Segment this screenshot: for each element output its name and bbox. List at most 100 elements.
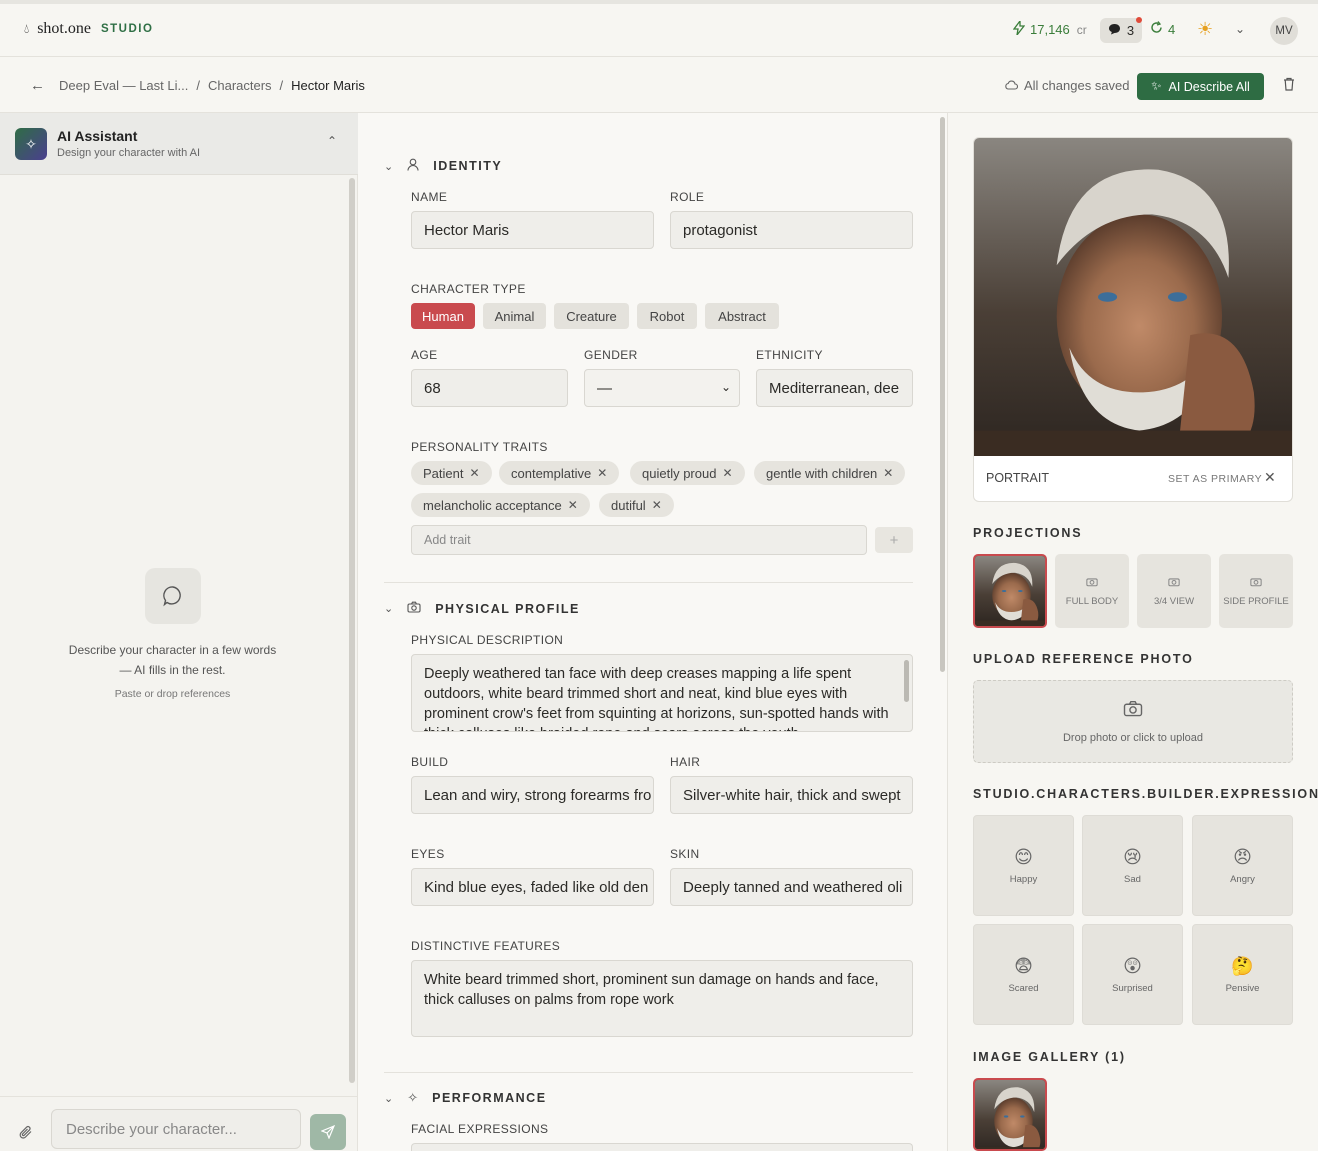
expression-label: Happy [1009,873,1038,885]
logo-drop-icon: 💧︎ [24,21,30,36]
portrait-card: PORTRAIT SET AS PRIMARY ✕ [973,137,1293,502]
hair-label: HAIR [670,755,701,769]
set-as-primary-button[interactable]: SET AS PRIMARY [1168,473,1262,485]
add-trait-input[interactable]: Add trait [411,525,867,555]
expression-label: Scared [1008,982,1039,994]
messages-button[interactable]: 3 [1100,17,1142,43]
chevron-down-icon: ⌄ [384,603,394,615]
performance-section-header[interactable]: ⌄ ✧ PERFORMANCE [384,1090,547,1106]
expression-sad[interactable]: 😢 Sad [1082,815,1183,916]
gender-label: GENDER [584,348,638,362]
trait-chip[interactable]: gentle with children ✕ [754,461,906,485]
save-status: All changes saved [1004,78,1130,93]
expression-scared[interactable]: 😨 Scared [973,924,1074,1025]
ai-assistant-header[interactable]: ✧ AI Assistant Design your character wit… [0,113,358,175]
upload-dropzone[interactable]: Drop photo or click to upload [973,680,1293,763]
expression-pensive[interactable]: 🤔 Pensive [1192,924,1293,1025]
back-arrow-icon[interactable]: ← [30,77,45,94]
physical-description-label: PHYSICAL DESCRIPTION [411,633,564,647]
eyes-label: EYES [411,847,445,861]
portrait-thumbnail [973,556,1047,626]
image-gallery-title: IMAGE GALLERY (1) [973,1050,1126,1064]
eyes-field[interactable]: Kind blue eyes, faded like old den [411,868,654,906]
trait-chip[interactable]: Patient ✕ [411,461,492,485]
type-chip-abstract[interactable]: Abstract [705,303,779,329]
gender-select[interactable]: — ⌄ [584,369,740,407]
trash-icon[interactable] [1283,77,1295,94]
skin-field[interactable]: Deeply tanned and weathered oli [670,868,913,906]
user-icon [407,158,419,174]
scrollbar[interactable] [349,178,355,1083]
type-chip-robot[interactable]: Robot [637,303,697,329]
projection-three-quarter[interactable]: 3/4 VIEW [1137,554,1211,628]
physical-section-header[interactable]: ⌄ PHYSICAL PROFILE [384,601,580,616]
facial-expressions-field[interactable] [411,1143,913,1151]
scrollbar[interactable] [940,117,945,672]
trait-label: contemplative [511,465,592,481]
gallery-image [975,1080,1047,1151]
expression-surprised[interactable]: 😲 Surprised [1082,924,1183,1025]
sun-icon[interactable]: ☀︎ [1197,20,1213,38]
breadcrumb-characters[interactable]: Characters [208,78,272,93]
chevron-up-icon[interactable]: ⌃ [327,134,337,148]
chat-input[interactable]: Describe your character... [51,1109,301,1149]
portrait-image[interactable] [974,138,1292,456]
breadcrumb-separator: / [279,78,284,93]
type-chip-animal[interactable]: Animal [483,303,546,329]
gallery-thumbnail[interactable] [973,1078,1047,1151]
lightning-icon [1012,19,1026,38]
hair-field[interactable]: Silver-white hair, thick and swept [670,776,913,814]
remove-icon[interactable]: ✕ [469,466,479,480]
projection-label: 3/4 VIEW [1153,595,1195,607]
remove-icon[interactable]: ✕ [568,498,578,512]
avatar[interactable]: MV [1270,17,1298,45]
type-chip-human[interactable]: Human [411,303,475,329]
camera-icon [1250,576,1262,590]
textarea-scrollbar[interactable] [904,660,909,702]
name-field[interactable]: Hector Maris [411,211,654,249]
chat-icon [1108,23,1121,38]
scared-face-icon: 😨 [1014,955,1033,976]
add-trait-button[interactable]: + [875,527,913,553]
role-field[interactable]: protagonist [670,211,913,249]
remove-icon[interactable]: ✕ [883,466,893,480]
sync-indicator[interactable]: 4 [1150,21,1175,37]
build-field[interactable]: Lean and wiry, strong forearms fro [411,776,654,814]
gender-value: — [597,380,612,397]
expression-label: Angry [1230,873,1255,885]
upload-title: UPLOAD REFERENCE PHOTO [973,652,1194,666]
paperclip-icon[interactable] [19,1125,33,1142]
credits-value: 17,146 [1030,22,1070,37]
remove-icon[interactable]: ✕ [597,466,607,480]
projection-portrait-thumb[interactable] [973,554,1047,628]
ethnicity-field[interactable]: Mediterranean, dee [756,369,913,407]
trait-chip[interactable]: contemplative ✕ [499,461,620,485]
ai-sparkle-icon: ✧ [15,128,47,160]
physical-description-field[interactable]: Deeply weathered tan face with deep crea… [411,654,913,732]
expression-happy[interactable]: 😊 Happy [973,815,1074,916]
logo[interactable]: 💧︎ shot.one STUDIO [24,20,153,38]
projection-full-body[interactable]: FULL BODY [1055,554,1129,628]
projection-side-profile[interactable]: SIDE PROFILE [1219,554,1293,628]
expression-angry[interactable]: 😠 Angry [1192,815,1293,916]
sad-face-icon: 😢 [1123,846,1142,867]
credits-indicator[interactable]: 17,146 cr [1012,19,1087,38]
trait-chip[interactable]: dutiful ✕ [599,493,674,517]
distinctive-features-field[interactable]: White beard trimmed short, prominent sun… [411,960,913,1037]
age-field[interactable]: 68 [411,369,568,407]
trait-chip[interactable]: quietly proud ✕ [630,461,745,485]
send-button[interactable] [310,1114,346,1150]
ai-describe-all-button[interactable]: ✨︎ AI Describe All [1137,73,1264,100]
performance-title: PERFORMANCE [432,1091,547,1105]
trait-chip[interactable]: melancholic acceptance ✕ [411,493,590,517]
remove-icon[interactable]: ✕ [652,498,662,512]
close-icon[interactable]: ✕ [1264,469,1276,486]
surprised-face-icon: 😲 [1123,955,1142,976]
breadcrumb-project[interactable]: Deep Eval — Last Li... [59,78,188,93]
identity-section-header[interactable]: ⌄ IDENTITY [384,158,502,174]
assistant-empty-hint: Paste or drop references [114,688,231,700]
top-bar: 💧︎ shot.one STUDIO 17,146 cr 3 4 ☀︎ ⌄ MV [0,4,1318,57]
type-chip-creature[interactable]: Creature [554,303,629,329]
chevron-down-icon[interactable]: ⌄ [1235,22,1245,36]
remove-icon[interactable]: ✕ [722,466,732,480]
